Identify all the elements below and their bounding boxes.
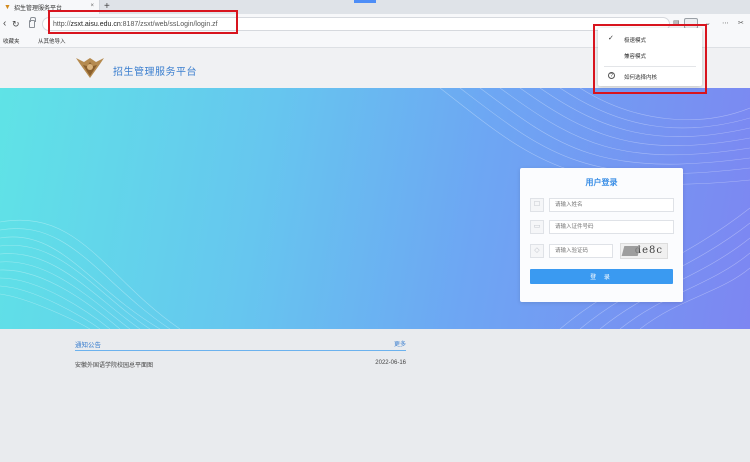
site-favicon-icon: ▼ <box>4 3 11 11</box>
notice-header: 通知公告 更多 <box>75 337 406 351</box>
captcha-field-row: ◇ de8c <box>530 243 674 259</box>
id-number-input[interactable] <box>549 220 674 234</box>
notice-item-title[interactable]: 安徽外国语学院校园总平面图 <box>75 360 153 369</box>
bookmark-favorites[interactable]: 收藏夹 <box>3 37 20 45</box>
login-title: 用户登录 <box>585 178 618 187</box>
scissors-icon[interactable]: ✂ <box>738 19 744 28</box>
notice-title: 通知公告 <box>75 342 101 349</box>
captcha-input[interactable] <box>549 244 613 258</box>
notice-item-date: 2022-06-16 <box>375 360 406 366</box>
web-page: 招生管理服务平台 用户登录 ☐ 请输入姓名 ▭ 请输入证件号码 ◇ 请输入验证码… <box>0 48 750 462</box>
notice-section: 通知公告 更多 安徽外国语学院校园总平面图 2022-06-16 <box>75 337 406 371</box>
menu-highlight-box <box>593 24 707 94</box>
name-input[interactable] <box>549 198 674 212</box>
extensions-icon[interactable]: ⋯ <box>722 19 729 28</box>
banner: 用户登录 ☐ ▭ ◇ de8c 登 录 <box>0 88 750 329</box>
login-button[interactable]: 登 录 <box>530 269 673 284</box>
captcha-noise <box>621 246 641 256</box>
shield-icon: ◇ <box>530 244 544 258</box>
id-field-row: ▭ <box>530 220 674 234</box>
id-card-icon: ▭ <box>530 220 544 234</box>
school-logo <box>76 58 104 78</box>
close-tab-icon[interactable]: × <box>90 3 94 9</box>
back-icon[interactable]: ‹ <box>3 18 6 30</box>
bookmark-import[interactable]: 从其他导入 <box>38 37 66 45</box>
site-title: 招生管理服务平台 <box>113 67 197 78</box>
notice-more-link[interactable]: 更多 <box>394 339 406 348</box>
site-info-icon[interactable] <box>29 17 36 28</box>
window-indicator <box>354 0 376 3</box>
reload-icon[interactable]: ↻ <box>12 18 20 30</box>
user-icon: ☐ <box>530 198 544 212</box>
url-highlight-box <box>48 10 238 34</box>
name-field-row: ☐ <box>530 198 674 212</box>
login-card: 用户登录 ☐ ▭ ◇ de8c 登 录 <box>520 168 683 302</box>
list-item[interactable]: 安徽外国语学院校园总平面图 2022-06-16 <box>75 351 406 371</box>
captcha-image[interactable]: de8c <box>620 243 668 259</box>
